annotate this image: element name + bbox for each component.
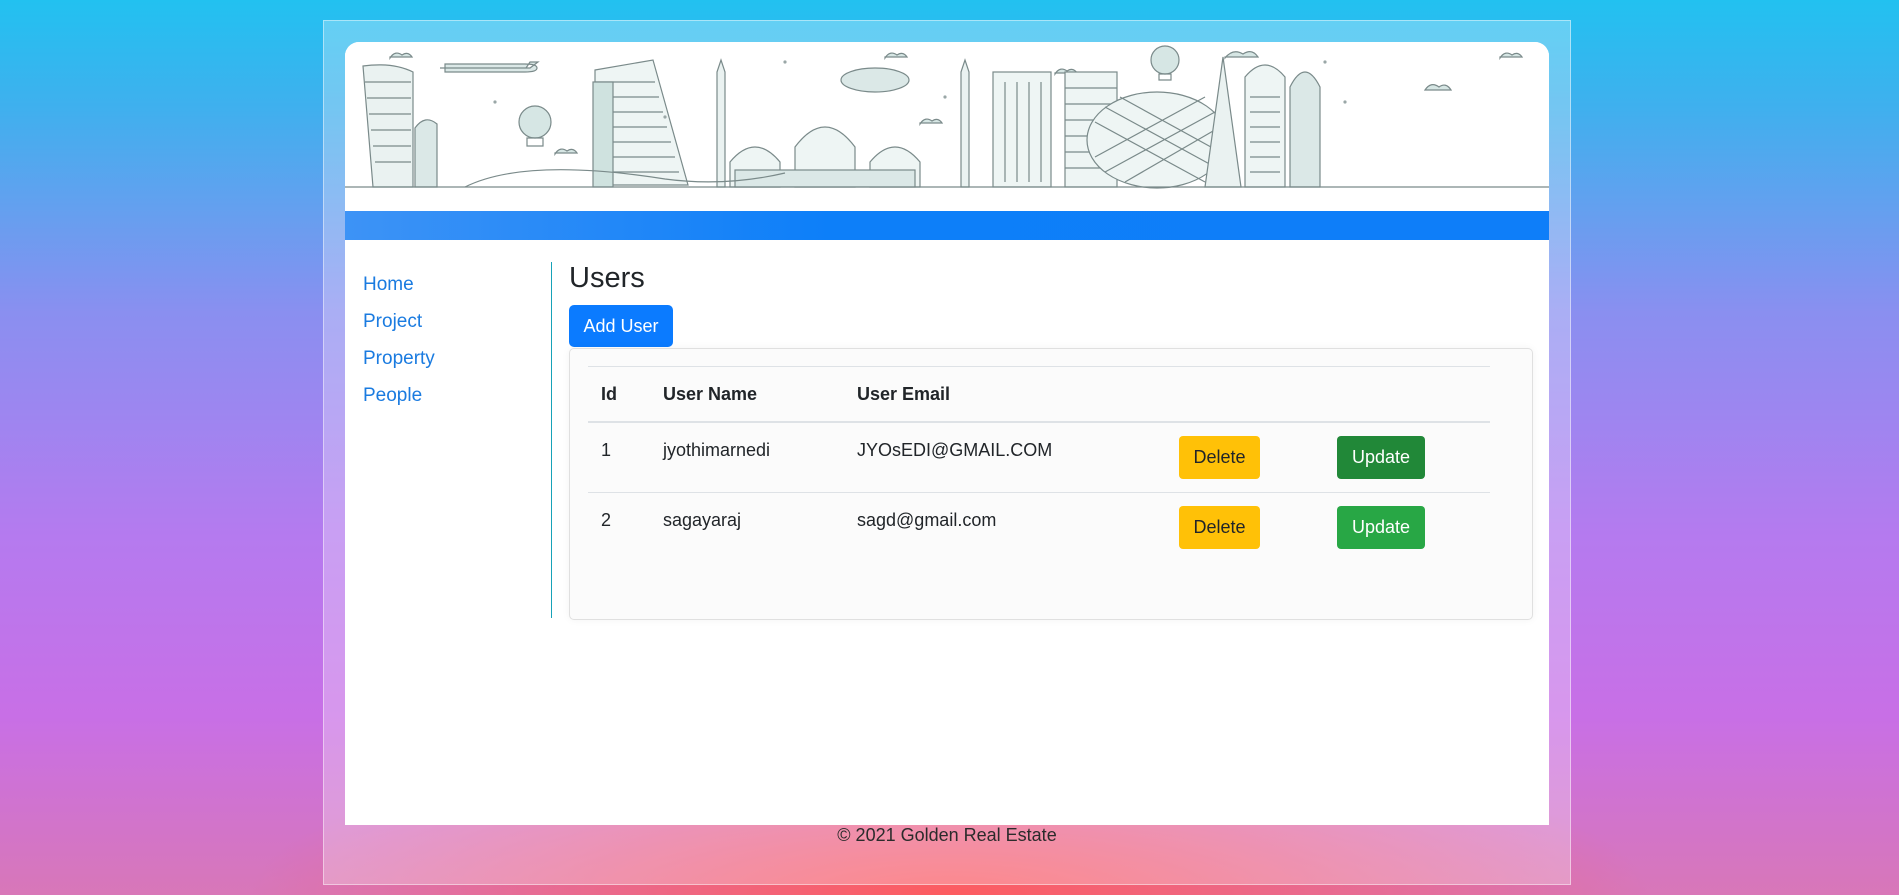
user-email: sagd@gmail.com	[857, 510, 997, 530]
column-header-update	[1324, 366, 1490, 423]
footer-copyright: © 2021 Golden Real Estate	[837, 825, 1057, 845]
user-name: jyothimarnedi	[663, 440, 771, 460]
cell-id: 2	[588, 493, 650, 563]
sidebar-nav: Home Project Property People	[345, 262, 552, 618]
table-row: 1 jyothimarnedi JYOsEDI@GMAIL.COM Delete…	[588, 422, 1490, 493]
cell-user-email: sagd@gmail.com	[844, 493, 1166, 563]
cell-update: Update	[1324, 422, 1490, 493]
cell-user-name: sagayaraj	[650, 493, 844, 563]
nav-link-people[interactable]: People	[363, 385, 422, 407]
update-button[interactable]: Update	[1337, 506, 1425, 549]
user-name: sagayaraj	[663, 510, 742, 530]
column-header-user-email: User Email	[844, 366, 1166, 423]
nav-link-home[interactable]: Home	[363, 274, 414, 296]
table-header-row: Id User Name User Email	[588, 366, 1490, 423]
users-table: Id User Name User Email 1 jyothimarnedi …	[588, 366, 1490, 562]
user-id: 2	[601, 510, 612, 530]
delete-button[interactable]: Delete	[1179, 436, 1260, 479]
page-title: Users	[569, 262, 645, 294]
column-header-id: Id	[588, 366, 650, 423]
cell-id: 1	[588, 422, 650, 493]
app-card: Home Project Property People Users Add U…	[345, 42, 1549, 825]
column-header-user-name: User Name	[650, 366, 844, 423]
banner-strip	[345, 211, 1549, 240]
cell-user-email: JYOsEDI@GMAIL.COM	[844, 422, 1166, 493]
user-id: 1	[601, 440, 612, 460]
column-header-delete	[1166, 366, 1324, 423]
nav-link-property[interactable]: Property	[363, 348, 435, 370]
delete-button[interactable]: Delete	[1179, 506, 1260, 549]
nav-link-project[interactable]: Project	[363, 311, 422, 333]
table-row: 2 sagayaraj sagd@gmail.com Delete Update	[588, 493, 1490, 563]
update-button[interactable]: Update	[1337, 436, 1425, 479]
cell-update: Update	[1324, 493, 1490, 563]
city-skyline-banner	[345, 42, 1549, 211]
cell-delete: Delete	[1166, 422, 1324, 493]
cell-user-name: jyothimarnedi	[650, 422, 844, 493]
cell-delete: Delete	[1166, 493, 1324, 563]
user-email: JYOsEDI@GMAIL.COM	[857, 440, 1053, 460]
city-skyline-icon	[345, 45, 1549, 189]
add-user-button[interactable]: Add User	[569, 305, 673, 347]
users-table-panel: Id User Name User Email 1 jyothimarnedi …	[569, 348, 1533, 620]
